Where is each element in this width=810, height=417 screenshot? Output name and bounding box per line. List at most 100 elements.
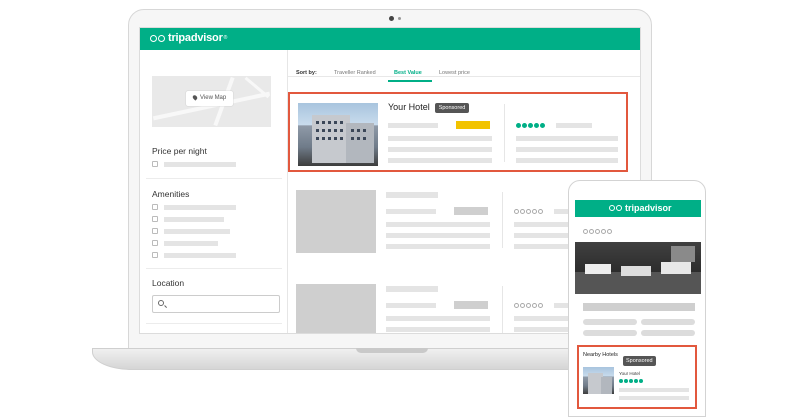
- hotel-name: Your Hotel: [619, 371, 640, 376]
- divider: [146, 178, 282, 179]
- window-shape: [316, 137, 319, 140]
- rating-bubbles-icon: [514, 209, 544, 214]
- text-placeholder: [583, 319, 637, 325]
- text-placeholder: [583, 303, 695, 311]
- site-header: tripadvisor ®: [140, 28, 640, 50]
- amenity-label-placeholder: [164, 217, 224, 222]
- price-placeholder: [454, 207, 488, 215]
- phone-screen: tripadvisor Nearby Hotels Sponsored Your…: [575, 200, 701, 417]
- map-preview[interactable]: View Map: [152, 76, 271, 127]
- owl-eye-right-icon: [616, 205, 622, 211]
- phone-site-header: tripadvisor: [575, 200, 701, 217]
- text-placeholder: [388, 158, 492, 163]
- amenity-checkbox[interactable]: [152, 228, 158, 234]
- hotel-photo-placeholder: [296, 284, 376, 333]
- divider: [146, 323, 282, 324]
- table-shape: [621, 266, 651, 276]
- hotel-title[interactable]: Your Hotel Sponsored: [388, 102, 470, 113]
- table-shape: [585, 264, 611, 274]
- text-placeholder: [556, 123, 592, 128]
- hotel-photo[interactable]: [298, 103, 378, 166]
- location-search-input[interactable]: [152, 295, 280, 313]
- window-shape: [351, 129, 354, 132]
- hotel-photo-placeholder: [296, 190, 376, 253]
- text-placeholder: [386, 233, 490, 238]
- window-shape: [340, 137, 343, 140]
- filter-sidebar: View Map Price per night Amenities Locat…: [140, 50, 288, 333]
- window-shape: [316, 121, 319, 124]
- window-shape: [351, 137, 354, 140]
- rating-bubbles-icon: [516, 123, 546, 128]
- window-shape: [334, 129, 337, 132]
- text-placeholder: [386, 222, 490, 227]
- view-map-label: View Map: [200, 95, 227, 101]
- laptop-screen: tripadvisor ® View Map Price per night Am…: [139, 27, 641, 334]
- text-placeholder: [516, 158, 618, 163]
- text-placeholder: [516, 147, 618, 152]
- text-placeholder: [386, 209, 436, 214]
- text-placeholder: [641, 319, 695, 325]
- window-shape: [328, 129, 331, 132]
- amenity-checkbox[interactable]: [152, 240, 158, 246]
- price-placeholder: [454, 301, 488, 309]
- sort-best-value[interactable]: Best Value: [394, 70, 422, 76]
- camera-light-icon: [398, 17, 401, 20]
- trademark-mark: ®: [223, 35, 228, 41]
- price-checkbox[interactable]: [152, 161, 158, 167]
- text-placeholder: [386, 192, 438, 198]
- sponsored-badge: Sponsored: [623, 356, 656, 366]
- text-placeholder: [388, 123, 438, 128]
- camera-icon: [389, 16, 394, 21]
- window-shape: [334, 121, 337, 124]
- search-icon: [158, 300, 164, 306]
- building-shape: [601, 377, 612, 394]
- amenity-label-placeholder: [164, 205, 236, 210]
- phone-mockup: tripadvisor Nearby Hotels Sponsored Your…: [568, 180, 706, 417]
- rating-bubbles-icon: [583, 229, 613, 234]
- window-shape: [363, 129, 366, 132]
- amenity-label-placeholder: [164, 241, 218, 246]
- divider: [502, 192, 503, 248]
- text-placeholder: [388, 147, 492, 152]
- window-shape: [357, 129, 360, 132]
- price-range-placeholder: [164, 162, 236, 167]
- location-heading: Location: [152, 278, 185, 288]
- text-placeholder: [388, 136, 492, 141]
- active-sort-indicator: [388, 80, 432, 82]
- window-shape: [328, 137, 331, 140]
- amenity-checkbox[interactable]: [152, 252, 158, 258]
- sort-lowest-price[interactable]: Lowest price: [439, 70, 470, 76]
- window-shape: [322, 121, 325, 124]
- rating-bubbles-icon: [514, 303, 544, 308]
- owl-eye-left-icon: [150, 34, 157, 42]
- amenity-label-placeholder: [164, 253, 236, 258]
- window-shape: [340, 121, 343, 124]
- window-shape: [322, 129, 325, 132]
- text-placeholder: [386, 316, 490, 321]
- nearby-hotels-sponsored-card[interactable]: Nearby Hotels Sponsored Your Hotel: [577, 345, 697, 409]
- sort-bar: Sort by: Traveller Ranked Best Value Low…: [288, 50, 640, 82]
- logo-text: tripadvisor: [625, 203, 672, 213]
- view-map-button[interactable]: View Map: [186, 91, 234, 106]
- venue-photo[interactable]: [575, 242, 701, 294]
- sponsored-badge: Sponsored: [434, 103, 470, 113]
- text-placeholder: [386, 303, 436, 308]
- sponsored-hotel-listing[interactable]: Your Hotel Sponsored: [288, 92, 628, 172]
- text-placeholder: [386, 286, 438, 292]
- divider: [504, 104, 505, 162]
- window-shape: [328, 121, 331, 124]
- amenity-checkbox[interactable]: [152, 204, 158, 210]
- sort-traveller-ranked[interactable]: Traveller Ranked: [334, 70, 376, 76]
- hotel-name: Your Hotel: [388, 102, 430, 112]
- hotel-photo[interactable]: [583, 367, 614, 394]
- tripadvisor-logo[interactable]: tripadvisor ®: [150, 32, 227, 44]
- text-placeholder: [583, 330, 637, 336]
- tripadvisor-logo[interactable]: tripadvisor: [609, 203, 672, 213]
- text-placeholder: [641, 330, 695, 336]
- owl-eye-right-icon: [158, 34, 165, 42]
- window-shape: [357, 137, 360, 140]
- window-shape: [322, 137, 325, 140]
- amenity-checkbox[interactable]: [152, 216, 158, 222]
- window-shape: [671, 246, 695, 262]
- text-placeholder: [619, 388, 689, 392]
